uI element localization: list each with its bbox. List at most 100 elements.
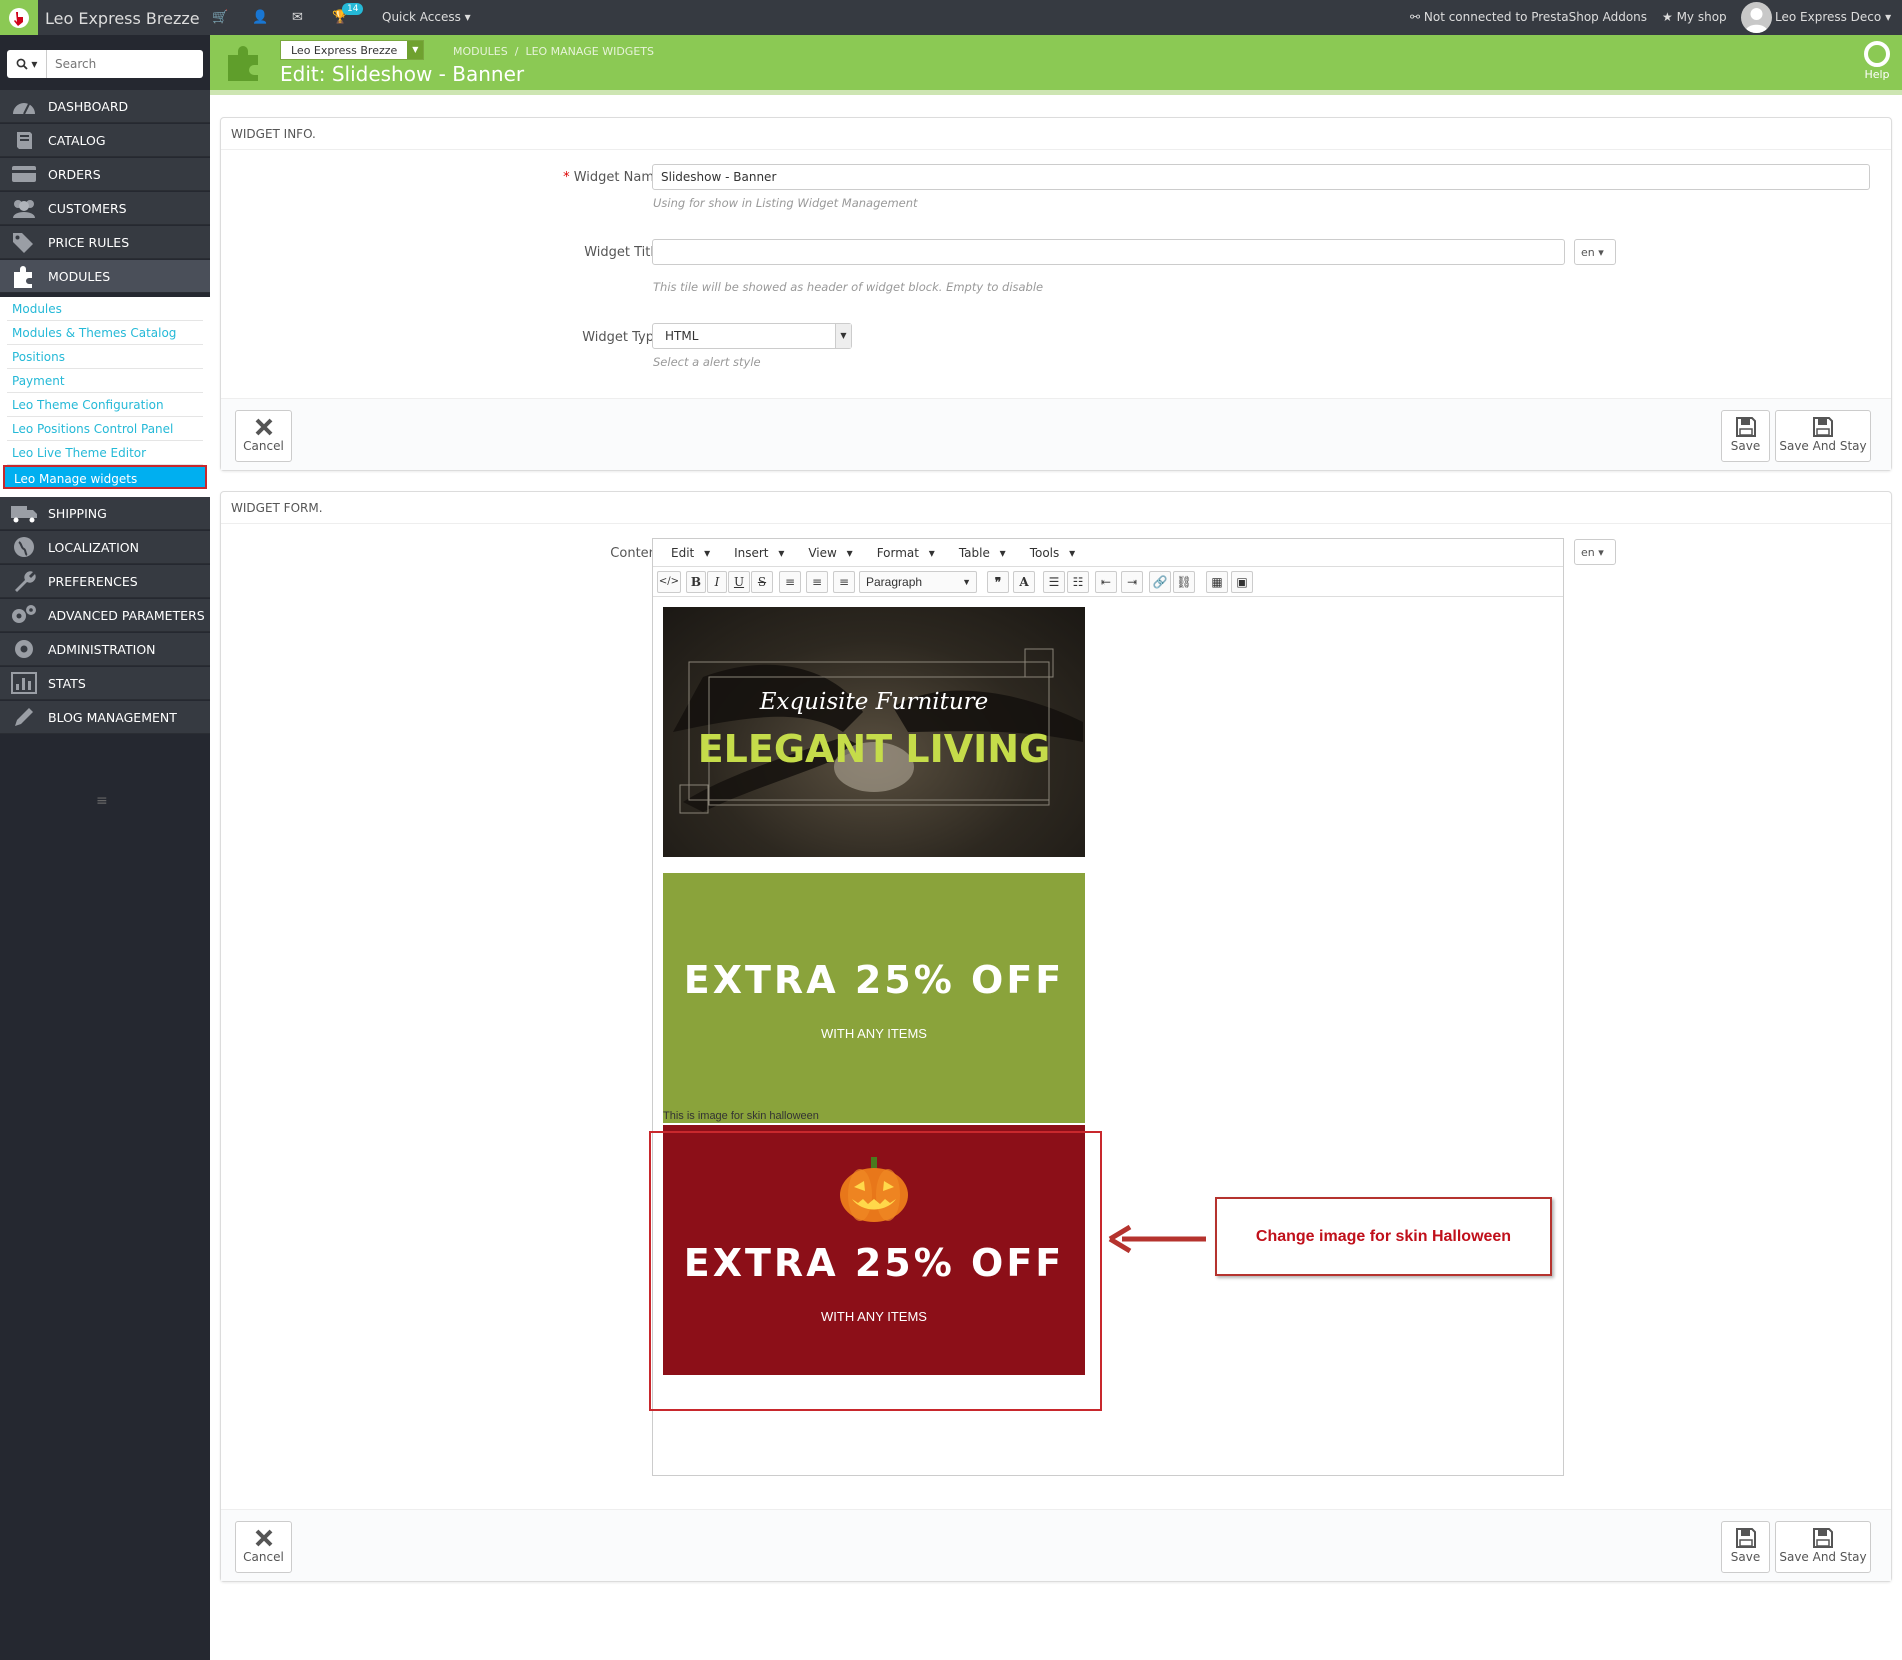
- nav-preferences[interactable]: PREFERENCES: [0, 565, 210, 598]
- banner-subtitle: WITH ANY ITEMS: [821, 1026, 927, 1041]
- nav-localization[interactable]: LOCALIZATION: [0, 531, 210, 564]
- align-right-icon[interactable]: ≡: [833, 571, 855, 593]
- banner-script-text: Exquisite Furniture: [759, 689, 989, 715]
- collapse-menu-icon[interactable]: ≡: [96, 793, 108, 809]
- nav-stats[interactable]: STATS: [0, 667, 210, 700]
- cart-icon[interactable]: 🛒: [212, 10, 228, 25]
- shop-selector[interactable]: Leo Express Brezze ▼: [280, 40, 425, 60]
- title-language-select[interactable]: en ▾: [1574, 239, 1616, 265]
- banner-title: EXTRA 25% OFF: [683, 958, 1065, 1002]
- image-icon[interactable]: ▣: [1231, 571, 1253, 593]
- bold-icon[interactable]: B: [686, 571, 706, 593]
- nav-price-rules[interactable]: PRICE RULES: [0, 226, 210, 259]
- help-button[interactable]: Help: [1864, 41, 1890, 81]
- widget-title-label: Widget Title: [584, 245, 662, 260]
- submenu-leo-theme-configuration[interactable]: Leo Theme Configuration: [7, 393, 203, 417]
- customer-icon[interactable]: 👤: [252, 10, 268, 25]
- cancel-button[interactable]: Cancel: [235, 1521, 292, 1573]
- submenu-modules[interactable]: Modules: [7, 297, 203, 321]
- link-icon[interactable]: 🔗: [1149, 571, 1171, 593]
- editor-toolbar: </> B I U S ≡ ≡ ≡ Paragraph ▼ ❞ A ☰ ☷ ⇤ ⇥…: [653, 567, 1563, 597]
- italic-icon[interactable]: I: [707, 571, 727, 593]
- halloween-caption: This is image for skin halloween: [663, 1110, 819, 1122]
- submenu-payment[interactable]: Payment: [7, 369, 203, 393]
- nav-shipping[interactable]: SHIPPING: [0, 497, 210, 530]
- save-and-stay-button[interactable]: Save And Stay: [1775, 1521, 1871, 1573]
- content-language-select[interactable]: en ▾: [1574, 539, 1616, 565]
- addons-status[interactable]: ⚯ Not connected to PrestaShop Addons: [1410, 10, 1647, 24]
- shop-name[interactable]: Leo Express Brezze: [45, 9, 200, 28]
- chevron-down-icon: ▼: [962, 577, 971, 587]
- chevron-down-icon: ▼: [407, 41, 424, 59]
- submenu-positions[interactable]: Positions: [7, 345, 203, 369]
- align-center-icon[interactable]: ≡: [806, 571, 828, 593]
- lifebuoy-icon: [1864, 41, 1890, 67]
- menu-edit[interactable]: Edit ▾: [662, 546, 710, 560]
- nav-orders[interactable]: ORDERS: [0, 158, 210, 191]
- menu-view[interactable]: View ▾: [799, 546, 852, 560]
- banner-title: ELEGANT LIVING: [697, 727, 1051, 771]
- cancel-button[interactable]: Cancel: [235, 410, 292, 462]
- nav-advanced-parameters[interactable]: ADVANCED PARAMETERS: [0, 599, 210, 632]
- panel-heading: WIDGET INFO.: [221, 118, 1891, 150]
- save-button[interactable]: Save: [1721, 1521, 1770, 1573]
- nav-customers[interactable]: CUSTOMERS: [0, 192, 210, 225]
- quick-access-menu[interactable]: Quick Access ▾: [382, 10, 471, 24]
- source-code-icon[interactable]: </>: [657, 571, 681, 593]
- submenu-leo-positions-control-panel[interactable]: Leo Positions Control Panel: [7, 417, 203, 441]
- menu-tools[interactable]: Tools ▾: [1021, 546, 1075, 560]
- save-button[interactable]: Save: [1721, 410, 1770, 462]
- pencil-icon: [9, 705, 39, 729]
- menu-table[interactable]: Table ▾: [950, 546, 1006, 560]
- submenu-modules-themes-catalog[interactable]: Modules & Themes Catalog: [7, 321, 203, 345]
- nav-catalog[interactable]: CATALOG: [0, 124, 210, 157]
- strikethrough-icon[interactable]: S: [751, 571, 773, 593]
- floppy-disk-icon: [1735, 1528, 1756, 1548]
- module-puzzle-icon: [224, 43, 264, 87]
- search-input[interactable]: [55, 57, 195, 71]
- blockquote-icon[interactable]: ❞: [987, 571, 1009, 593]
- content-label: Content: [610, 546, 662, 561]
- nav-administration[interactable]: ADMINISTRATION: [0, 633, 210, 666]
- employee-menu[interactable]: Leo Express Deco ▾: [1775, 10, 1891, 24]
- close-icon: [255, 1529, 272, 1547]
- numbered-list-icon[interactable]: ☷: [1067, 571, 1089, 593]
- panel-footer: Cancel Save Save And Stay: [221, 398, 1891, 470]
- save-and-stay-button[interactable]: Save And Stay: [1775, 410, 1871, 462]
- indent-icon[interactable]: ⇥: [1121, 571, 1143, 593]
- avatar[interactable]: [1741, 2, 1772, 33]
- panel-footer: Cancel Save Save And Stay: [221, 1509, 1891, 1581]
- unlink-icon[interactable]: ⛓: [1173, 571, 1195, 593]
- widget-info-panel: WIDGET INFO. * Widget Name Slideshow - B…: [220, 117, 1892, 471]
- widget-name-field[interactable]: Slideshow - Banner: [652, 164, 1870, 190]
- widget-type-help: Select a alert style: [653, 355, 761, 369]
- bullet-list-icon[interactable]: ☰: [1043, 571, 1065, 593]
- submenu-leo-live-theme-editor[interactable]: Leo Live Theme Editor: [7, 441, 203, 465]
- text-color-icon[interactable]: A: [1013, 571, 1035, 593]
- menu-insert[interactable]: Insert ▾: [725, 546, 784, 560]
- page-title: Edit: Slideshow - Banner: [280, 62, 525, 86]
- message-icon[interactable]: ✉: [292, 10, 303, 25]
- nav-modules[interactable]: MODULES: [0, 260, 210, 293]
- format-select[interactable]: Paragraph ▼: [859, 571, 977, 593]
- gear-icon: [9, 637, 39, 661]
- media-icon[interactable]: ▦: [1206, 571, 1228, 593]
- nav-blog-management[interactable]: BLOG MANAGEMENT: [0, 701, 210, 734]
- align-left-icon[interactable]: ≡: [779, 571, 801, 593]
- extra-off-banner: EXTRA 25% OFF WITH ANY ITEMS: [663, 873, 1085, 1123]
- breadcrumb: MODULES / LEO MANAGE WIDGETS: [453, 45, 654, 58]
- bar-chart-icon: [9, 671, 39, 695]
- gears-icon: [9, 603, 39, 627]
- my-shop-link[interactable]: ★ My shop: [1662, 10, 1727, 24]
- menu-format[interactable]: Format ▾: [868, 546, 935, 560]
- prestashop-logo-icon[interactable]: [0, 0, 38, 35]
- submenu-leo-manage-widgets[interactable]: Leo Manage widgets: [3, 465, 207, 489]
- widget-type-select[interactable]: HTML ▼: [652, 323, 852, 349]
- nav-dashboard[interactable]: DASHBOARD: [0, 90, 210, 123]
- underline-icon[interactable]: U: [728, 571, 750, 593]
- widget-title-field[interactable]: [652, 239, 1565, 265]
- top-bar: Leo Express Brezze 🛒 👤 ✉ 🏆 14 Quick Acce…: [0, 0, 1902, 35]
- highlight-frame: [649, 1131, 1102, 1411]
- outdent-icon[interactable]: ⇤: [1095, 571, 1117, 593]
- search-type-dropdown[interactable]: ▾: [7, 50, 47, 78]
